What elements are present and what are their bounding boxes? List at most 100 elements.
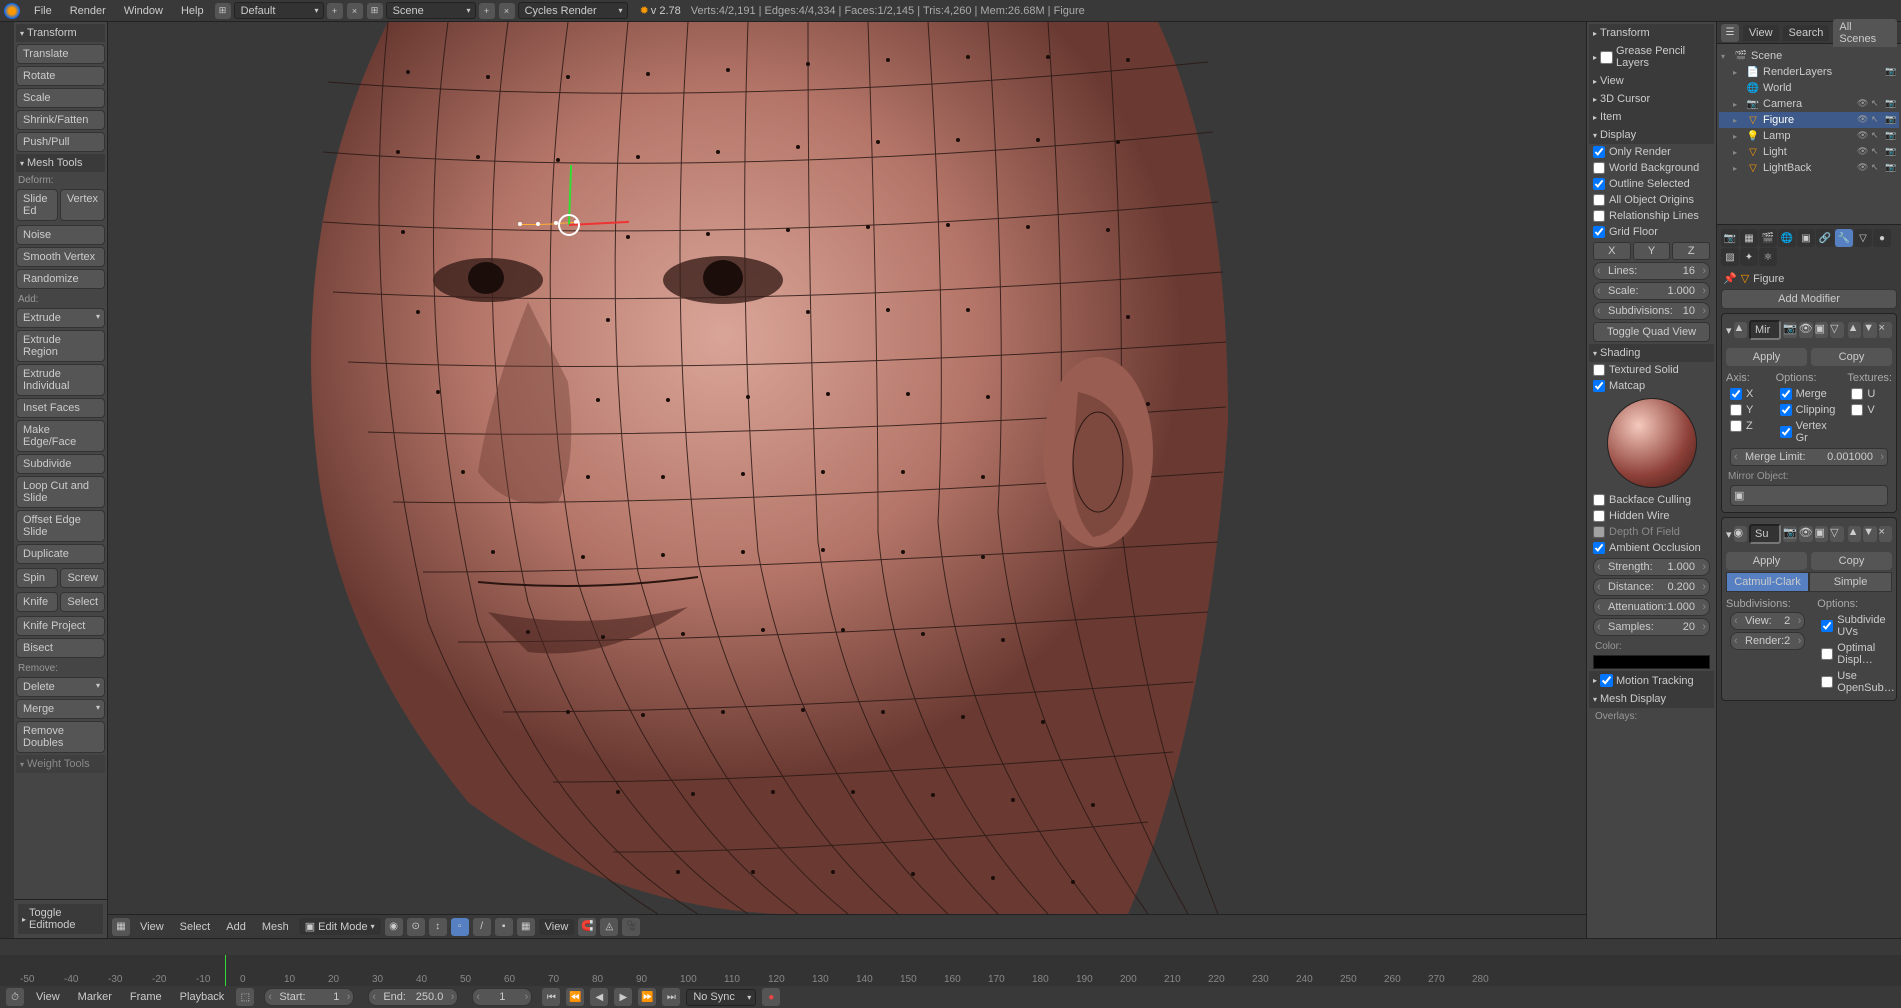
- mirror-u-checkbox[interactable]: [1851, 388, 1863, 400]
- mirror-clipping-checkbox[interactable]: [1780, 404, 1792, 416]
- tl-view-menu[interactable]: View: [30, 989, 66, 1005]
- snap-target-icon[interactable]: ◬: [600, 918, 618, 936]
- catmull-clark-toggle[interactable]: Catmull-Clark: [1726, 572, 1809, 592]
- breadcrumb-name[interactable]: Figure: [1753, 273, 1784, 285]
- mirror-down-icon[interactable]: ▼: [1863, 322, 1876, 338]
- slide-vertex-button[interactable]: Vertex: [60, 189, 105, 221]
- rl-restrict-icon[interactable]: 📷: [1885, 66, 1897, 78]
- grid-floor-checkbox[interactable]: [1593, 226, 1605, 238]
- tl-frame-menu[interactable]: Frame: [124, 989, 168, 1005]
- lightback-item[interactable]: LightBack: [1763, 162, 1811, 174]
- render-preview-icon[interactable]: 🎥: [622, 918, 640, 936]
- subsurf-up-icon[interactable]: ▲: [1848, 526, 1861, 542]
- timeline-cursor[interactable]: [225, 955, 226, 987]
- particles-tab-icon[interactable]: ✦: [1740, 248, 1758, 266]
- fig-vis-icon[interactable]: 👁: [1857, 114, 1869, 126]
- panel-item[interactable]: Item: [1589, 108, 1714, 126]
- snap-icon[interactable]: 🧲: [578, 918, 596, 936]
- subsurf-render-toggle[interactable]: 📷: [1783, 526, 1797, 542]
- render-tab-icon[interactable]: 📷: [1721, 229, 1739, 247]
- mirror-v-checkbox[interactable]: [1851, 404, 1863, 416]
- screw-button[interactable]: Screw: [60, 568, 105, 588]
- delete-layout-icon[interactable]: ×: [347, 3, 363, 19]
- mirror-merge-checkbox[interactable]: [1780, 388, 1792, 400]
- noise-button[interactable]: Noise: [16, 225, 105, 245]
- lb-vis-icon[interactable]: 👁: [1857, 162, 1869, 174]
- figure-item[interactable]: Figure: [1763, 114, 1794, 126]
- outline-checkbox[interactable]: [1593, 178, 1605, 190]
- cam-vis-icon[interactable]: 👁: [1857, 98, 1869, 110]
- outliner-tree[interactable]: ▾🎬Scene ▸📄RenderLayers📷 🌐World ▸📷Camera👁…: [1717, 44, 1901, 224]
- layout-dropdown[interactable]: Default: [234, 2, 324, 19]
- menu-window[interactable]: Window: [116, 2, 171, 20]
- add-menu[interactable]: Add: [220, 919, 252, 935]
- timeline-type-icon[interactable]: ⏱: [6, 988, 24, 1006]
- shrink-fatten-button[interactable]: Shrink/Fatten: [16, 110, 105, 130]
- scene-tab-icon[interactable]: 🎬: [1759, 229, 1777, 247]
- gp-checkbox[interactable]: [1600, 51, 1613, 64]
- mirror-object-field[interactable]: ▣: [1730, 485, 1888, 506]
- lines-field[interactable]: Lines:16: [1593, 262, 1710, 280]
- toolshelf-tabs[interactable]: [0, 22, 14, 938]
- subdivide-uvs-checkbox[interactable]: [1821, 620, 1833, 632]
- select-menu[interactable]: Select: [174, 919, 217, 935]
- subsurf-down-icon[interactable]: ▼: [1863, 526, 1876, 542]
- light-vis-icon[interactable]: 👁: [1857, 146, 1869, 158]
- light-item[interactable]: Light: [1763, 146, 1787, 158]
- toggle-quad-button[interactable]: Toggle Quad View: [1593, 322, 1710, 342]
- mirror-render-toggle[interactable]: 📷: [1783, 322, 1797, 338]
- mirror-editmode-toggle[interactable]: ▣: [1815, 322, 1828, 338]
- current-frame-field[interactable]: 1: [472, 988, 532, 1006]
- menu-file[interactable]: File: [26, 2, 60, 20]
- panel-n-view[interactable]: View: [1589, 72, 1714, 90]
- world-item[interactable]: World: [1763, 82, 1792, 94]
- mirror-vg-checkbox[interactable]: [1780, 426, 1792, 438]
- panel-grease-pencil[interactable]: Grease Pencil Layers: [1589, 42, 1714, 72]
- mirror-y-checkbox[interactable]: [1730, 404, 1742, 416]
- knife-select-button[interactable]: Select: [60, 592, 105, 612]
- lamp-ren-icon[interactable]: 📷: [1885, 130, 1897, 142]
- ao-color-swatch[interactable]: [1593, 655, 1710, 669]
- subsurf-realtime-toggle[interactable]: 👁: [1799, 526, 1813, 542]
- randomize-button[interactable]: Randomize: [16, 269, 105, 289]
- back-to-previous-icon[interactable]: ⊞: [215, 3, 231, 19]
- backface-checkbox[interactable]: [1593, 494, 1605, 506]
- extrude-button[interactable]: Extrude: [16, 308, 105, 328]
- jump-end-icon[interactable]: ⏭: [662, 988, 680, 1006]
- subsurf-copy-button[interactable]: Copy: [1811, 552, 1892, 570]
- offset-edge-button[interactable]: Offset Edge Slide: [16, 510, 105, 542]
- editor-type-icon[interactable]: ▦: [112, 918, 130, 936]
- translate-button[interactable]: Translate: [16, 44, 105, 64]
- occlude-icon[interactable]: ▦: [517, 918, 535, 936]
- subsurf-expand-icon[interactable]: ▾: [1726, 528, 1732, 541]
- rel-lines-checkbox[interactable]: [1593, 210, 1605, 222]
- view-subdiv-field[interactable]: View:2: [1730, 612, 1805, 630]
- panel-motion-tracking[interactable]: Motion Tracking: [1589, 671, 1714, 690]
- loop-cut-button[interactable]: Loop Cut and Slide: [16, 476, 105, 508]
- axis-y-toggle[interactable]: Y: [1633, 242, 1671, 260]
- sync-dropdown[interactable]: No Sync: [686, 989, 756, 1006]
- mirror-z-checkbox[interactable]: [1730, 420, 1742, 432]
- renderlayers-tab-icon[interactable]: ▦: [1740, 229, 1758, 247]
- subsurf-apply-button[interactable]: Apply: [1726, 552, 1807, 570]
- mirror-realtime-toggle[interactable]: 👁: [1799, 322, 1813, 338]
- mirror-delete-icon[interactable]: ×: [1879, 322, 1892, 338]
- mode-dropdown[interactable]: ▣Edit Mode▾: [299, 918, 381, 935]
- outliner-search-tab[interactable]: Search: [1783, 25, 1830, 41]
- lb-sel-icon[interactable]: ↖: [1871, 162, 1883, 174]
- delete-button[interactable]: Delete: [16, 677, 105, 697]
- mesh-menu[interactable]: Mesh: [256, 919, 295, 935]
- play-icon[interactable]: ▶: [614, 988, 632, 1006]
- cam-sel-icon[interactable]: ↖: [1871, 98, 1883, 110]
- scene-dropdown[interactable]: Scene: [386, 2, 476, 19]
- mirror-expand-icon[interactable]: ▾: [1726, 324, 1732, 337]
- opensubdiv-checkbox[interactable]: [1821, 676, 1833, 688]
- knife-project-button[interactable]: Knife Project: [16, 616, 105, 636]
- spin-button[interactable]: Spin: [16, 568, 58, 588]
- matcap-preview[interactable]: [1607, 398, 1697, 488]
- scale-field[interactable]: Scale:1.000: [1593, 282, 1710, 300]
- pin-icon[interactable]: 📌: [1723, 272, 1737, 285]
- push-pull-button[interactable]: Push/Pull: [16, 132, 105, 152]
- mirror-cage-toggle[interactable]: ▽: [1830, 322, 1843, 338]
- add-layout-icon[interactable]: +: [327, 3, 343, 19]
